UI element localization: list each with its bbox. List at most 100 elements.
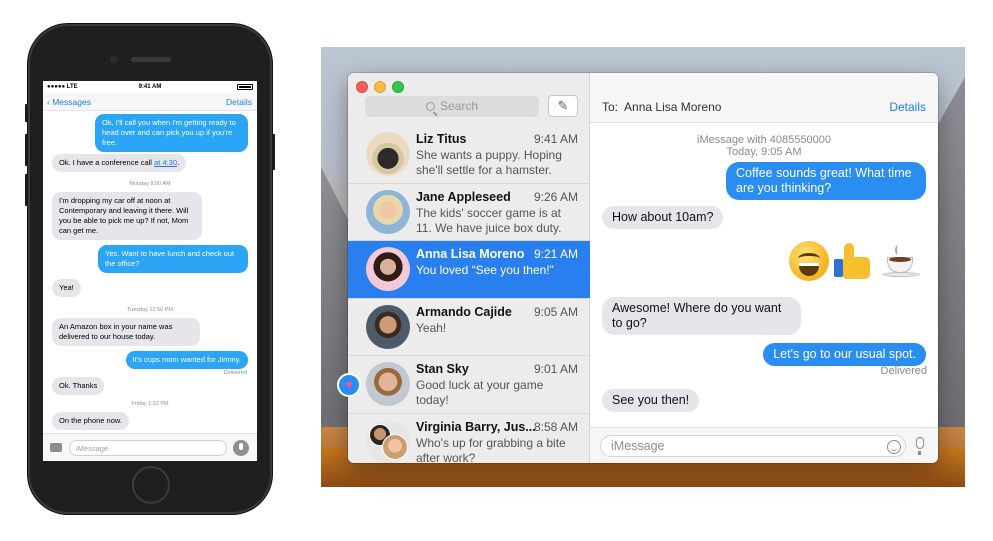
avatar xyxy=(366,189,410,234)
message-bubble-received[interactable]: Ok. I have a conference call at 4:30. xyxy=(52,154,187,172)
conversation-time: 9:26 AM xyxy=(533,189,578,204)
contact-name: Anna Lisa Moreno xyxy=(416,247,525,261)
message-bubble-sent[interactable]: Yes. Want to have lunch and check out th… xyxy=(98,245,248,273)
message-bubble-received[interactable]: On the phone now. xyxy=(52,412,129,430)
message-input[interactable]: iMessage xyxy=(600,435,906,457)
close-window-button[interactable] xyxy=(356,81,368,93)
phone-input-bar: iMessage xyxy=(43,433,257,461)
front-camera xyxy=(110,55,118,63)
contact-name: Virginia Barry, Jus... xyxy=(416,419,536,434)
contact-name: Armando Cajide xyxy=(416,304,512,319)
status-time: 9:41 AM xyxy=(138,84,162,90)
message-bubble-sent[interactable]: Ok, I'll call you when I'm getting ready… xyxy=(95,114,248,152)
conversation-time: 8:58 AM xyxy=(533,419,578,434)
delivered-status: Delivered xyxy=(223,370,247,376)
timestamp: Tuesday 12:50 PM xyxy=(127,307,173,313)
compose-button[interactable]: ✎ xyxy=(548,95,578,117)
emoji-picker-icon[interactable] xyxy=(887,440,901,454)
microphone-icon[interactable] xyxy=(916,437,924,455)
avatar xyxy=(366,247,410,291)
details-button[interactable]: Details xyxy=(889,100,926,114)
hot-beverage-emoji xyxy=(881,241,921,281)
compose-icon: ✎ xyxy=(557,98,569,113)
camera-icon[interactable] xyxy=(50,443,62,452)
status-bar: ●●●●● LTE 9:41 AM xyxy=(43,81,257,93)
back-label: Messages xyxy=(52,97,91,107)
home-button xyxy=(132,466,170,504)
message-text: Ok. I have a conference call xyxy=(59,158,155,167)
battery-icon xyxy=(237,84,253,90)
search-field[interactable]: Search xyxy=(365,96,539,117)
phone-details-button[interactable]: Details xyxy=(226,97,252,107)
avatar xyxy=(366,304,410,349)
search-icon xyxy=(425,102,435,111)
message-preview: Good luck at your game today! xyxy=(416,378,544,407)
message-bubble-received[interactable]: Ok. Thanks xyxy=(52,377,105,395)
message-bubble-received[interactable]: How about 10am? xyxy=(602,206,724,229)
messages-window: Search ✎ Liz Titus 9:41 AM She wants a p… xyxy=(348,73,938,463)
message-preview: She wants a puppy. Hoping she'll settle … xyxy=(416,148,562,177)
grinning-face-emoji xyxy=(789,241,829,281)
delivered-status: Delivered xyxy=(880,365,927,377)
conversation-item[interactable]: Armando Cajide 9:05 AM Yeah! xyxy=(348,299,590,356)
contact-name: Jane Appleseed xyxy=(416,189,511,204)
conversation-meta: iMessage with 4085550000 Today, 9:05 AM xyxy=(590,134,938,158)
conversation-time: 9:01 AM xyxy=(533,362,578,376)
message-preview: Who's up for grabbing a bite after work? xyxy=(416,435,566,464)
conversation-item[interactable]: Virginia Barry, Jus... 8:58 AM Who's up … xyxy=(348,414,590,464)
conversation-date: Today, 9:05 AM xyxy=(726,146,802,158)
phone-nav-bar: ‹ Messages Details xyxy=(43,93,257,111)
timestamp: Friday 1:22 PM xyxy=(131,401,169,407)
message-bubble-received[interactable]: See you then! xyxy=(602,389,700,412)
thumbs-up-emoji xyxy=(834,241,874,281)
conversation-time: 9:41 AM xyxy=(533,132,578,146)
conversation-sidebar: Search ✎ Liz Titus 9:41 AM She wants a p… xyxy=(348,73,590,463)
message-input-placeholder: iMessage xyxy=(611,439,665,453)
conversation-item[interactable]: Liz Titus 9:41 AM She wants a puppy. Hop… xyxy=(348,126,590,184)
message-text-end: . xyxy=(177,158,180,167)
imessage-with-label: iMessage with 4085550000 xyxy=(697,134,831,146)
search-placeholder: Search xyxy=(439,99,479,113)
message-preview: The kids' soccer game is at 11. We have … xyxy=(416,205,562,235)
contact-name: Liz Titus xyxy=(416,132,467,146)
iphone-device: ●●●●● LTE 9:41 AM ‹ Messages Details Ok,… xyxy=(25,24,275,514)
microphone-icon[interactable] xyxy=(233,440,249,456)
message-bubble-received[interactable]: An Amazon box in your name was delivered… xyxy=(52,318,200,346)
minimize-window-button[interactable] xyxy=(374,81,386,93)
message-input-bar: iMessage xyxy=(590,427,938,463)
contact-name: Stan Sky xyxy=(416,362,469,376)
avatar xyxy=(366,362,410,406)
conversation-item-selected[interactable]: Anna Lisa Moreno 9:21 AM You loved “See … xyxy=(348,241,590,299)
phone-message-input[interactable]: iMessage xyxy=(69,440,227,456)
group-avatar xyxy=(366,419,410,463)
earpiece-speaker xyxy=(131,57,171,62)
conversation-list: Liz Titus 9:41 AM She wants a puppy. Hop… xyxy=(348,126,590,463)
heart-tapback-icon: ♥ xyxy=(337,373,361,397)
conversation-item[interactable]: Stan Sky 9:01 AM Good luck at your game … xyxy=(348,356,590,414)
timestamp: Monday 8:00 AM xyxy=(129,181,171,187)
conversation-time: 9:05 AM xyxy=(533,304,578,319)
conversation-item[interactable]: Jane Appleseed 9:26 AM The kids' soccer … xyxy=(348,184,590,241)
avatar xyxy=(382,433,408,460)
message-bubble-sent[interactable]: Let's go to our usual spot. xyxy=(763,343,926,366)
conversation-pane: To: Anna Lisa Moreno Details iMessage wi… xyxy=(590,73,938,463)
message-bubble-received[interactable]: Awesome! Where do you want to go? xyxy=(602,297,801,335)
time-link[interactable]: at 4:30 xyxy=(154,158,177,167)
power-button xyxy=(272,134,275,170)
message-preview: Yeah! xyxy=(416,320,447,335)
zoom-window-button[interactable] xyxy=(392,81,404,93)
conversation-header: To: Anna Lisa Moreno Details xyxy=(590,73,938,123)
recipient-field[interactable]: To: Anna Lisa Moreno xyxy=(602,100,721,114)
message-preview: You loved “See you then!” xyxy=(416,263,554,277)
volume-up-button xyxy=(25,134,28,166)
phone-screen: ●●●●● LTE 9:41 AM ‹ Messages Details Ok,… xyxy=(43,81,257,461)
message-bubble-sent[interactable]: Coffee sounds great! What time are you t… xyxy=(726,162,926,200)
avatar xyxy=(366,132,410,176)
volume-down-button xyxy=(25,174,28,206)
conversation-time: 9:21 AM xyxy=(533,247,578,261)
message-bubble-received[interactable]: I'm dropping my car off at noon at Conte… xyxy=(52,192,202,240)
mute-switch xyxy=(25,104,28,122)
message-bubble-sent[interactable]: It's cups mom wanted for Jimmy. xyxy=(125,351,248,369)
message-bubble-received[interactable]: Yea! xyxy=(52,279,81,297)
back-button[interactable]: ‹ Messages xyxy=(47,97,91,107)
